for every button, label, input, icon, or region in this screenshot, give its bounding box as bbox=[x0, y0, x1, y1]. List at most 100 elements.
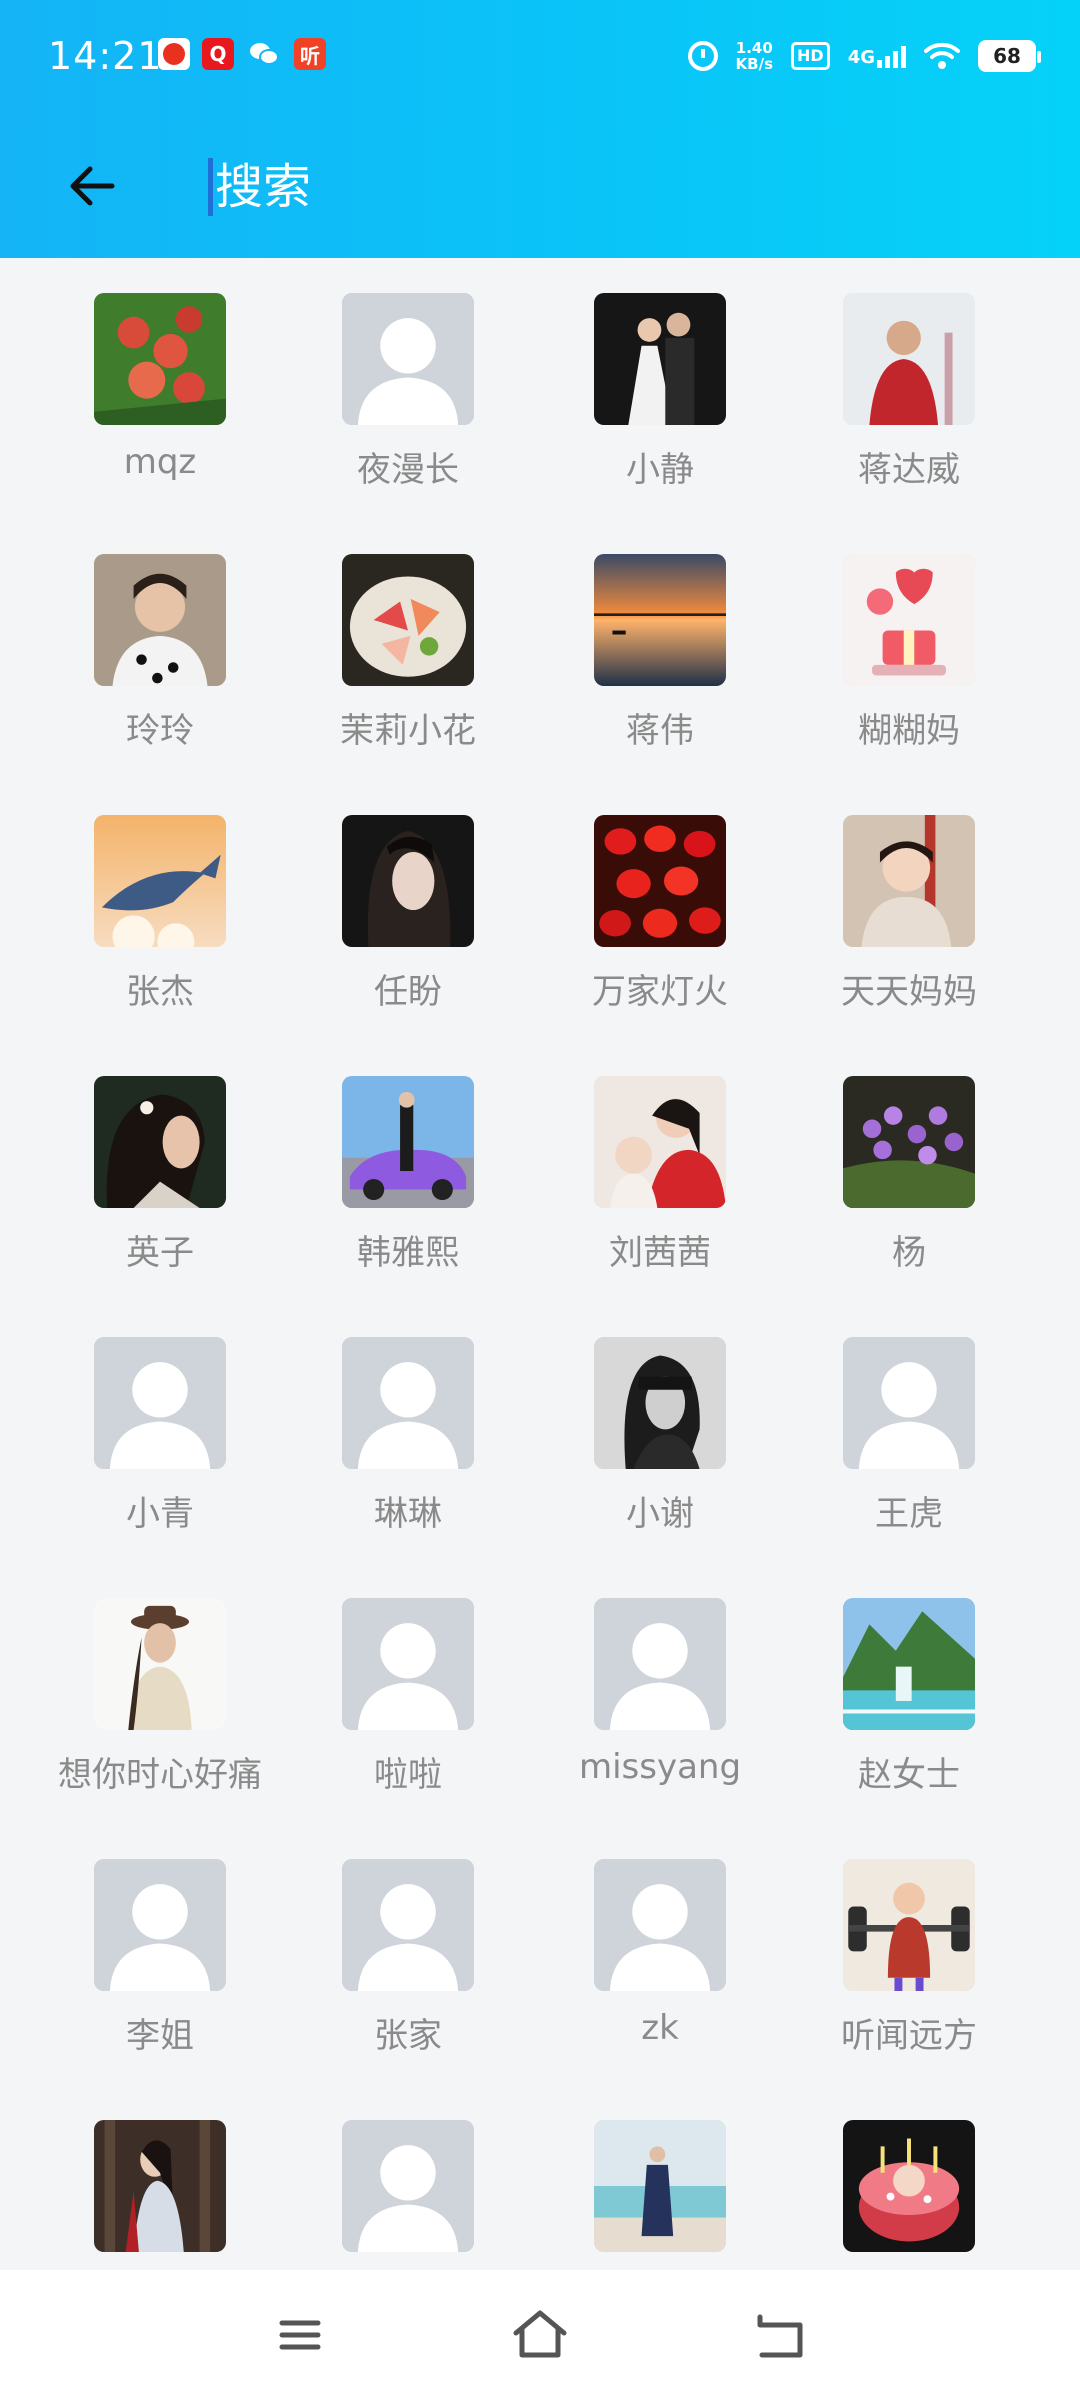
contact-name: 张杰 bbox=[126, 972, 194, 1012]
contact-item[interactable] bbox=[34, 2085, 286, 2270]
contact-item[interactable]: mqz bbox=[34, 258, 286, 518]
contact-name: 张家 bbox=[374, 2016, 442, 2056]
home-icon[interactable] bbox=[508, 2303, 572, 2367]
avatar[interactable] bbox=[843, 1076, 975, 1208]
contact-item[interactable] bbox=[783, 2085, 1035, 2270]
contact-name: 茉莉小花 bbox=[340, 711, 476, 751]
avatar-image bbox=[94, 815, 226, 947]
contact-item[interactable]: 万家灯火 bbox=[534, 780, 786, 1040]
contact-item[interactable]: 茉莉小花 bbox=[282, 519, 534, 779]
status-bar: 14:21 Q 听 1.40 KB/s HD 4G 68 bbox=[0, 0, 1080, 110]
avatar[interactable] bbox=[594, 1337, 726, 1469]
contact-item[interactable]: 任盼 bbox=[282, 780, 534, 1040]
contact-item[interactable]: 张家 bbox=[282, 1824, 534, 2084]
avatar[interactable] bbox=[94, 1076, 226, 1208]
default-avatar-icon bbox=[342, 1859, 474, 1991]
contact-item[interactable]: 小静 bbox=[534, 258, 786, 518]
avatar[interactable] bbox=[594, 2120, 726, 2252]
avatar[interactable] bbox=[94, 293, 226, 425]
avatar[interactable] bbox=[342, 293, 474, 425]
contact-item[interactable]: 啦啦 bbox=[282, 1563, 534, 1823]
contact-name: 听闻远方 bbox=[841, 2016, 977, 2056]
avatar[interactable] bbox=[342, 2120, 474, 2252]
contact-name: 蒋达威 bbox=[858, 450, 960, 490]
contact-item[interactable]: missyang bbox=[534, 1563, 786, 1823]
contact-item[interactable]: 刘茜茜 bbox=[534, 1041, 786, 1301]
avatar[interactable] bbox=[843, 1337, 975, 1469]
avatar[interactable] bbox=[94, 2120, 226, 2252]
avatar[interactable] bbox=[594, 554, 726, 686]
default-avatar-icon bbox=[342, 1337, 474, 1469]
avatar-image bbox=[594, 2120, 726, 2252]
avatar[interactable] bbox=[94, 1598, 226, 1730]
contact-item[interactable]: 赵女士 bbox=[783, 1563, 1035, 1823]
avatar[interactable] bbox=[94, 554, 226, 686]
contact-item[interactable]: 王虎 bbox=[783, 1302, 1035, 1562]
contact-item[interactable]: 夜漫长 bbox=[282, 258, 534, 518]
contact-item[interactable]: 蒋达威 bbox=[783, 258, 1035, 518]
avatar[interactable] bbox=[594, 1076, 726, 1208]
contact-item[interactable]: 玲玲 bbox=[34, 519, 286, 779]
avatar-image bbox=[843, 1859, 975, 1991]
app-screen: 14:21 Q 听 1.40 KB/s HD 4G 68 搜索 mqz 夜漫长 … bbox=[0, 0, 1080, 2400]
avatar[interactable] bbox=[342, 554, 474, 686]
avatar-image bbox=[94, 1598, 226, 1730]
avatar[interactable] bbox=[342, 1337, 474, 1469]
avatar[interactable] bbox=[843, 1598, 975, 1730]
avatar-image bbox=[342, 1076, 474, 1208]
avatar-image bbox=[594, 293, 726, 425]
avatar[interactable] bbox=[94, 815, 226, 947]
menu-icon[interactable] bbox=[268, 2303, 332, 2367]
avatar[interactable] bbox=[342, 1859, 474, 1991]
avatar-image bbox=[594, 1337, 726, 1469]
avatar-image bbox=[594, 815, 726, 947]
contact-item[interactable]: 韩雅熙 bbox=[282, 1041, 534, 1301]
search-input[interactable] bbox=[215, 159, 915, 215]
contact-name: 想你时心好痛 bbox=[58, 1755, 262, 1795]
contact-item[interactable]: 小青 bbox=[34, 1302, 286, 1562]
search-bar[interactable] bbox=[208, 154, 915, 220]
avatar[interactable] bbox=[843, 293, 975, 425]
avatar[interactable] bbox=[843, 1859, 975, 1991]
contact-item[interactable]: zk bbox=[534, 1824, 786, 2084]
contact-item[interactable]: 小谢 bbox=[534, 1302, 786, 1562]
avatar[interactable] bbox=[594, 815, 726, 947]
avatar[interactable] bbox=[843, 2120, 975, 2252]
contact-item[interactable]: 琳琳 bbox=[282, 1302, 534, 1562]
contact-grid: mqz 夜漫长 小静 蒋达威玲玲 茉莉小花 蒋伟 糊糊妈张杰 任盼 万家灯火 天天妈妈英子 韩雅熙 刘… bbox=[0, 258, 1080, 2270]
avatar[interactable] bbox=[94, 1337, 226, 1469]
contact-item[interactable] bbox=[534, 2085, 786, 2270]
default-avatar-icon bbox=[594, 1859, 726, 1991]
avatar[interactable] bbox=[342, 1076, 474, 1208]
contact-item[interactable]: 杨 bbox=[783, 1041, 1035, 1301]
header: 14:21 Q 听 1.40 KB/s HD 4G 68 搜索 bbox=[0, 0, 1080, 258]
contact-name: 玲玲 bbox=[126, 711, 194, 751]
avatar[interactable] bbox=[342, 1598, 474, 1730]
avatar[interactable] bbox=[843, 815, 975, 947]
contact-item[interactable]: 英子 bbox=[34, 1041, 286, 1301]
avatar[interactable] bbox=[594, 293, 726, 425]
avatar-image bbox=[843, 1598, 975, 1730]
contact-item[interactable] bbox=[282, 2085, 534, 2270]
contact-item[interactable]: 想你时心好痛 bbox=[34, 1563, 286, 1823]
default-avatar-icon bbox=[342, 293, 474, 425]
back-icon[interactable] bbox=[748, 2303, 812, 2367]
avatar[interactable] bbox=[843, 554, 975, 686]
contact-item[interactable]: 天天妈妈 bbox=[783, 780, 1035, 1040]
contact-item[interactable]: 蒋伟 bbox=[534, 519, 786, 779]
avatar[interactable] bbox=[94, 1859, 226, 1991]
default-avatar-icon bbox=[843, 1337, 975, 1469]
contact-item[interactable]: 李姐 bbox=[34, 1824, 286, 2084]
avatar[interactable] bbox=[342, 815, 474, 947]
contact-name: 万家灯火 bbox=[592, 972, 728, 1012]
contact-item[interactable]: 糊糊妈 bbox=[783, 519, 1035, 779]
contact-name: 杨 bbox=[892, 1233, 926, 1273]
default-avatar-icon bbox=[342, 1598, 474, 1730]
contact-item[interactable]: 张杰 bbox=[34, 780, 286, 1040]
back-arrow-icon[interactable] bbox=[62, 156, 122, 216]
avatar[interactable] bbox=[594, 1859, 726, 1991]
contact-item[interactable]: 听闻远方 bbox=[783, 1824, 1035, 2084]
avatar[interactable] bbox=[594, 1598, 726, 1730]
contact-name: zk bbox=[641, 2008, 679, 2048]
contact-name: 小谢 bbox=[626, 1494, 694, 1534]
